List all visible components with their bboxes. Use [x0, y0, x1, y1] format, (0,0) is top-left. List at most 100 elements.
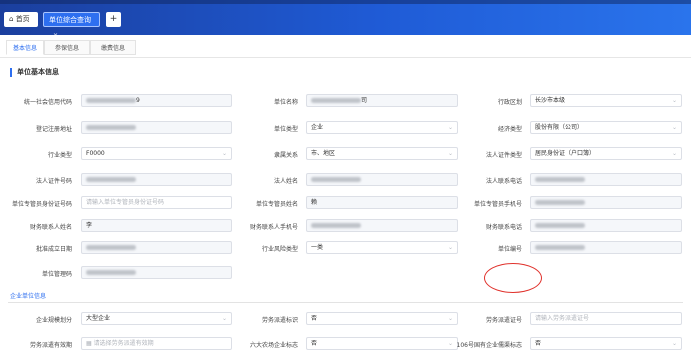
field-label: 行政区划	[497, 99, 522, 106]
field-label: 单位专管员身份证号码	[11, 201, 72, 208]
text-field[interactable]: 9	[81, 94, 232, 107]
redacted-value	[535, 245, 585, 250]
select-field[interactable]: 企业 ⌄	[306, 121, 458, 134]
field-label: 登记注册地址	[35, 126, 72, 133]
select-field[interactable]: 大型企业 ⌄	[81, 312, 232, 325]
field-value: 司	[361, 97, 368, 104]
main-content: 基本信息 参保信息 缴费信息 单位基本信息 统一社会信用代码 9 单位名称 司 行政区划…	[0, 35, 691, 355]
redacted-value	[535, 200, 585, 205]
select-field[interactable]: 市、地区 ⌄	[306, 147, 458, 160]
chevron-down-icon: ⌄	[671, 124, 677, 131]
tab-home[interactable]: ⌂ 首页	[4, 12, 38, 27]
redacted-value	[86, 270, 136, 275]
field-label: 106号国有企业儒渠标志	[456, 342, 522, 349]
section-title-enterprise: 企业单位信息	[10, 293, 47, 300]
text-field[interactable]: 请输入劳务派遣证号	[530, 312, 682, 325]
field-label: 劳务派遣标识	[261, 317, 298, 324]
field-label: 劳务派遣证号	[485, 317, 522, 324]
home-icon: ⌂	[9, 15, 14, 23]
field-value: 否	[535, 340, 542, 347]
text-field[interactable]	[81, 173, 232, 186]
field-label: 经济类型	[497, 126, 522, 133]
field-value: 李	[86, 222, 93, 229]
select-field[interactable]: 一类 ⌄	[306, 241, 458, 254]
text-field[interactable]	[81, 266, 232, 279]
select-field[interactable]: 居民身份证（户口簿） ⌄	[530, 147, 682, 160]
subtab-payment-info[interactable]: 缴费信息	[90, 40, 136, 55]
field-label: 劳务派遣有效期	[29, 342, 72, 349]
field-value: 长沙市本级	[535, 97, 566, 104]
text-field[interactable]	[306, 173, 458, 186]
field-label: 单位专管员姓名	[255, 201, 298, 208]
text-field[interactable]: 李	[81, 219, 232, 232]
select-field[interactable]: 否 ⌄	[306, 337, 458, 350]
field-value: 9	[136, 97, 140, 104]
field-label: 法人证件号码	[35, 178, 72, 185]
field-value: 居民身份证（户口簿）	[535, 150, 596, 157]
redacted-value	[311, 223, 361, 228]
text-field[interactable]	[81, 121, 232, 134]
text-field[interactable]	[530, 241, 682, 254]
redacted-value	[535, 223, 585, 228]
field-label: 单位管理码	[41, 271, 72, 278]
select-field[interactable]: F0000 ⌄	[81, 147, 232, 160]
field-value: 否	[311, 315, 318, 322]
field-value: F0000	[86, 150, 105, 157]
field-label: 隶属关系	[273, 152, 298, 159]
field-value: 大型企业	[86, 315, 111, 322]
tab-unit-query-label: 单位综合查询	[49, 16, 91, 24]
text-field[interactable]	[530, 219, 682, 232]
field-label: 行业类型	[47, 152, 72, 159]
tab-home-label: 首页	[15, 15, 30, 23]
select-field[interactable]: 长沙市本级 ⌄	[530, 94, 682, 107]
text-field[interactable]	[530, 173, 682, 186]
field-value: 一类	[311, 244, 324, 251]
redacted-value	[86, 245, 136, 250]
field-label: 统一社会信用代码	[23, 99, 72, 106]
field-label: 行业风险类型	[261, 246, 298, 253]
field-label: 单位名称	[273, 99, 298, 106]
redacted-value	[86, 125, 136, 130]
plus-icon: +	[109, 14, 118, 24]
text-field[interactable]	[306, 219, 458, 232]
date-field[interactable]: ▦ 请选择劳务派遣有效期	[81, 337, 232, 350]
field-label: 单位类型	[273, 126, 298, 133]
field-label: 企业规模划分	[35, 317, 72, 324]
tab-unit-query[interactable]: 单位综合查询 ×	[43, 12, 100, 39]
field-value: 市、地区	[311, 150, 336, 157]
select-field[interactable]: 否 ⌄	[530, 337, 682, 350]
field-label: 法人姓名	[273, 178, 298, 185]
field-label: 六大农场企业标志	[249, 342, 298, 349]
redacted-value	[311, 177, 361, 182]
section-divider	[8, 302, 683, 303]
field-label: 批准成立日期	[35, 246, 72, 253]
text-field[interactable]	[530, 196, 682, 209]
calendar-icon: ▦	[86, 340, 94, 347]
field-label: 单位专管员手机号	[473, 201, 522, 208]
select-field[interactable]: 否 ⌄	[306, 312, 458, 325]
text-field[interactable]: 司	[306, 94, 458, 107]
select-field[interactable]: 股份有限（公司） ⌄	[530, 121, 682, 134]
field-label: 法人证件类型	[485, 152, 522, 159]
field-label: 单位编号	[497, 246, 522, 253]
text-field[interactable]: 请输入单位专管员身份证号码	[81, 196, 232, 209]
chevron-down-icon: ⌄	[671, 97, 677, 104]
subtab-basic-info[interactable]: 基本信息	[6, 40, 44, 55]
chevron-down-icon: ⌄	[671, 340, 677, 347]
top-header: ⌂ 首页 单位综合查询 × +	[0, 0, 691, 39]
text-field[interactable]: 赖	[306, 196, 458, 209]
field-value: 否	[311, 340, 318, 347]
text-field[interactable]	[81, 241, 232, 254]
field-placeholder: 请输入劳务派遣证号	[535, 315, 590, 322]
field-label: 财务联系人手机号	[249, 224, 298, 231]
field-placeholder: 请选择劳务派遣有效期	[93, 340, 154, 347]
section-title-basic: 单位基本信息	[10, 68, 59, 77]
field-value: 股份有限（公司）	[535, 124, 584, 131]
redacted-value	[311, 98, 361, 103]
redacted-value	[535, 177, 585, 182]
subtab-insurance-info[interactable]: 参保信息	[44, 40, 90, 55]
field-label: 法人联系电话	[485, 178, 522, 185]
field-label: 财务联系人姓名	[29, 224, 72, 231]
add-tab-button[interactable]: +	[106, 12, 121, 27]
field-value: 企业	[311, 124, 324, 131]
